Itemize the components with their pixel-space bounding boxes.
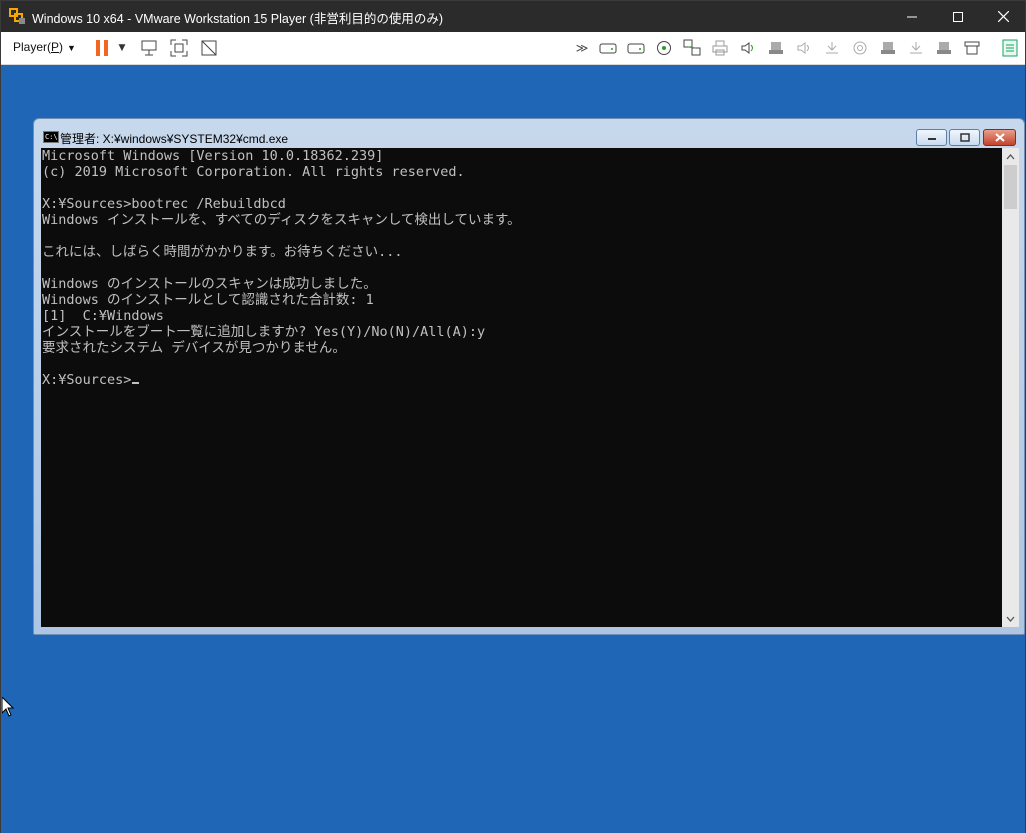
chevron-down-icon: ▼ (67, 43, 76, 53)
network-adapter-icon (683, 39, 701, 56)
fullscreen-button[interactable] (169, 38, 189, 58)
cd-dvd-button[interactable] (654, 38, 674, 58)
bluetooth-icon (826, 42, 838, 54)
network-adapter-button[interactable] (682, 38, 702, 58)
usb-device-3-button[interactable] (934, 38, 954, 58)
cmd-window: C:\ 管理者: X:¥windows¥SYSTEM32¥cmd.exe Mic… (33, 118, 1025, 635)
window-title: Windows 10 x64 - VMware Workstation 15 P… (32, 12, 443, 26)
removable-device-button[interactable] (962, 38, 982, 58)
toolbar: Player(P) ▼ ▼ ≫ (1, 32, 1025, 65)
player-menu[interactable]: Player(P) ▼ (13, 40, 76, 54)
minimize-icon (927, 137, 936, 140)
bluetooth-1-button[interactable] (822, 38, 842, 58)
printer-button[interactable] (710, 38, 730, 58)
maximize-icon (953, 11, 963, 22)
more-devices-button[interactable]: ≫ (572, 38, 592, 58)
console-output[interactable]: Microsoft Windows [Version 10.0.18362.23… (41, 148, 1002, 627)
message-log-button[interactable] (1000, 38, 1020, 58)
more-icon: ≫ (575, 41, 589, 55)
sound-card-button[interactable] (738, 38, 758, 58)
player-menu-end: ) (59, 40, 64, 54)
minimize-icon (907, 16, 917, 17)
text-cursor (132, 382, 140, 384)
console-line: Windows のインストールとして認識された合計数: 1 (42, 292, 374, 308)
pause-icon (96, 40, 108, 56)
minimize-button[interactable] (889, 1, 935, 32)
speaker-button[interactable] (794, 38, 814, 58)
console-line: 要求されたシステム デバイスが見つかりません。 (42, 340, 346, 356)
unity-icon (201, 40, 217, 56)
mouse-pointer-icon (2, 697, 14, 717)
player-menu-accelerator: P (51, 40, 60, 54)
hard-disk-2-button[interactable] (626, 38, 646, 58)
cmd-window-title: 管理者: X:¥windows¥SYSTEM32¥cmd.exe (60, 132, 289, 146)
hard-disk-1-button[interactable] (598, 38, 618, 58)
pause-button[interactable] (92, 38, 112, 58)
scrollbar-thumb[interactable] (1004, 165, 1017, 209)
console-line: Windows のインストールのスキャンは成功しました。 (42, 276, 377, 292)
console-line: [1] C:¥Windows (42, 308, 164, 324)
console-prompt: X:¥Sources> (42, 372, 132, 388)
vmware-logo-icon (9, 8, 25, 24)
cmd-icon-text: C:\ (45, 133, 58, 141)
chevron-down-icon: ▼ (118, 43, 126, 53)
usb-device-icon (881, 42, 895, 54)
console-line: X:¥Sources>bootrec /Rebuildbcd (42, 196, 286, 212)
close-icon (994, 133, 1005, 142)
usb-device-icon (769, 42, 783, 54)
cmd-icon: C:\ (43, 131, 59, 143)
sound-card-icon (741, 42, 753, 54)
pause-dropdown[interactable]: ▼ (115, 38, 129, 58)
printer-icon (712, 40, 728, 56)
console-line: これには、しばらく時間がかかります。お待ちください... (42, 244, 403, 260)
close-icon (997, 11, 1009, 22)
hard-disk-icon (599, 43, 617, 54)
vertical-scrollbar[interactable] (1002, 148, 1019, 627)
camera-button[interactable] (850, 38, 870, 58)
hard-disk-icon (627, 43, 645, 54)
vmware-player-window: Windows 10 x64 - VMware Workstation 15 P… (0, 0, 1026, 833)
camera-icon (853, 41, 867, 55)
console-line: (c) 2019 Microsoft Corporation. All righ… (42, 164, 465, 180)
usb-device-1-button[interactable] (766, 38, 786, 58)
console-prompt-line[interactable]: X:¥Sources> (41, 372, 1002, 388)
send-ctrl-alt-del-button[interactable] (139, 38, 159, 58)
console-line: Microsoft Windows [Version 10.0.18362.23… (42, 148, 384, 164)
scroll-down-button[interactable] (1002, 610, 1019, 627)
player-menu-label: Player( (13, 40, 52, 54)
cmd-maximize-button[interactable] (949, 129, 980, 146)
guest-desktop[interactable]: C:\ 管理者: X:¥windows¥SYSTEM32¥cmd.exe Mic… (1, 65, 1025, 833)
usb-device-icon (937, 42, 951, 54)
removable-device-icon (964, 41, 980, 55)
usb-device-2-button[interactable] (878, 38, 898, 58)
cmd-minimize-button[interactable] (916, 129, 947, 146)
console-line: Windows インストールを、すべてのディスクをスキャンして検出しています。 (42, 212, 521, 228)
message-log-icon (1002, 39, 1018, 57)
speaker-icon (797, 42, 809, 54)
scroll-up-button[interactable] (1002, 148, 1019, 165)
unity-button[interactable] (199, 38, 219, 58)
title-bar[interactable]: Windows 10 x64 - VMware Workstation 15 P… (1, 1, 1025, 32)
maximize-icon (959, 133, 970, 142)
chevron-down-icon (1006, 616, 1015, 622)
cmd-close-button[interactable] (983, 129, 1016, 146)
cd-dvd-icon (657, 41, 671, 55)
close-button[interactable] (980, 1, 1026, 32)
bluetooth-icon (910, 42, 922, 54)
fullscreen-icon (170, 39, 188, 57)
send-ctrl-alt-del-icon (141, 40, 157, 56)
chevron-up-icon (1006, 153, 1015, 159)
bluetooth-2-button[interactable] (906, 38, 926, 58)
maximize-button[interactable] (935, 1, 981, 32)
console-line: インストールをブート一覧に追加しますか? Yes(Y)/No(N)/All(A)… (42, 324, 486, 340)
